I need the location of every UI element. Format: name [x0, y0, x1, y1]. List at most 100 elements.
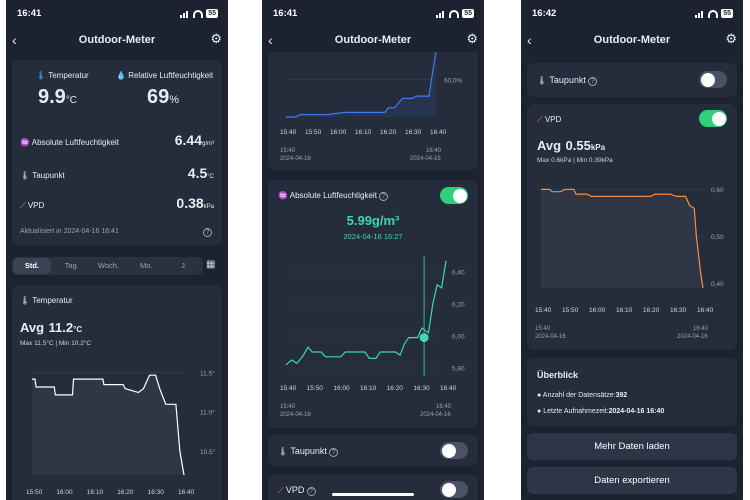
avg-prefix: Avg — [537, 138, 562, 153]
phone-screen-1: 16:41 55 ‹ Outdoor-Meter ⚙ 🌡 Temperatur … — [6, 0, 228, 500]
chart-title: Temperatur — [32, 296, 73, 305]
avg-value: 11.2 — [48, 320, 74, 335]
temperature-label-group: 🌡 Temperatur — [36, 71, 89, 80]
nav-bar: ‹ Outdoor-Meter ⚙ — [6, 30, 228, 52]
droplet-icon: 💧 — [116, 71, 126, 80]
home-indicator — [332, 493, 414, 496]
tab-week[interactable]: Woch. — [90, 257, 128, 275]
wifi-icon — [193, 9, 204, 18]
humidity-value: 69 — [147, 86, 170, 108]
chart-title: VPD — [544, 115, 562, 124]
temperature-unit: °C — [65, 95, 78, 106]
phone-screen-3: 16:42 55 ‹ Outdoor-Meter ⚙ 🌡 Taupunkt ? … — [521, 0, 743, 500]
export-data-button[interactable]: Daten exportieren — [527, 467, 737, 494]
y-tick-label: 60,0% — [444, 77, 463, 84]
tab-month[interactable]: Mo. — [127, 257, 165, 275]
dewpoint-row: 🌡 Taupunkt 4.5°C — [20, 165, 214, 181]
x-range-time: 16:40 — [426, 148, 442, 154]
abs-humidity-chart-card: ♒ Absolute Luftfeuchtigkeit ? 5.99g/m³ 2… — [268, 180, 478, 428]
temperature-value-group: 9.9°C — [38, 86, 77, 109]
cellular-signal-icon — [436, 10, 446, 18]
dewpoint-label: Taupunkt — [549, 75, 586, 85]
help-icon[interactable]: ? — [306, 487, 316, 496]
humidity-chart: 60,0% 15:40 15:50 16:00 16:10 16:20 16:30 16:40… — [280, 52, 463, 162]
x-tick-label: 16:00 — [589, 307, 606, 314]
record-count-row: ● Anzahl der Datensätze:392 — [537, 392, 628, 399]
summary-card: 🌡 Temperatur 💧 Relative Luftfeuchtigkeit… — [12, 60, 222, 246]
x-tick-label: 16:00 — [330, 129, 347, 136]
settings-gear-icon[interactable]: ⚙ — [725, 31, 737, 47]
dewpoint-card: 🌡 Taupunkt ? — [527, 63, 737, 97]
min-text: Min 0.39kPa — [576, 157, 613, 164]
abs-humidity-label: Absolute Luftfeuchtigkeit — [31, 138, 119, 147]
leaf-icon: ⟋ — [20, 201, 26, 210]
y-tick-label: 11.5° — [200, 369, 215, 377]
abs-humidity-toggle[interactable] — [440, 187, 468, 204]
load-more-button[interactable]: Mehr Daten laden — [527, 433, 737, 460]
x-tick-label: 16:40 — [440, 385, 457, 392]
selected-value: 5.99g/m³ — [346, 213, 400, 228]
humidity-label: Relative Luftfeuchtigkeit — [128, 71, 214, 80]
x-tick-label: 16:10 — [360, 385, 377, 392]
dewpoint-toggle[interactable] — [699, 71, 727, 88]
settings-gear-icon[interactable]: ⚙ — [466, 31, 478, 47]
vpd-chart: 0,60 0,50 0,40 15:40 15:50 16:00 16:10 16:20 16:… — [535, 187, 724, 340]
vpd-card: ⟋ VPD ? — [268, 474, 478, 500]
humidity-label-group: 💧 Relative Luftfeuchtigkeit — [116, 71, 213, 80]
x-range-date: 2024-04-16 — [420, 412, 451, 418]
status-bar: 16:41 55 — [6, 8, 228, 22]
max-text: Max 11.5°C — [20, 340, 54, 347]
avg-value: 0.55 — [565, 138, 591, 153]
y-tick-label: 0,60 — [711, 187, 724, 194]
leaf-icon: ⟋ — [278, 486, 284, 495]
help-icon[interactable]: ? — [379, 192, 389, 201]
vpd-toggle[interactable] — [699, 110, 727, 127]
x-range-time: 15:40 — [280, 148, 296, 154]
temperature-chart-card: 🌡 Temperatur Avg 11.2°C Max 11.5°C | Min… — [12, 285, 222, 500]
humidity-wave-icon: ♒ — [278, 191, 288, 200]
battery-icon: 55 — [462, 9, 474, 18]
cellular-signal-icon — [695, 10, 705, 18]
x-tick-label: 16:20 — [117, 489, 134, 496]
last-record-value: 2024-04-16 16:40 — [608, 408, 665, 415]
abs-humidity-chart: 6,40 6,20 6,00 5,80 15:40 15:50 16:00 16:10 16:2… — [280, 256, 465, 418]
vpd-toggle[interactable] — [440, 481, 468, 498]
x-range-date: 2024-04-16 — [535, 334, 566, 340]
avg-group: Avg 11.2°C — [20, 319, 82, 337]
x-tick-label: 15:50 — [305, 129, 322, 136]
y-tick-label: 10.5° — [200, 448, 216, 456]
wifi-icon — [708, 9, 719, 18]
dewpoint-toggle[interactable] — [440, 442, 468, 459]
avg-group: Avg 0.55kPa — [537, 137, 605, 155]
cellular-signal-icon — [180, 10, 190, 18]
vpd-value: 0.38 — [176, 195, 204, 211]
y-tick-label: 6,00 — [452, 334, 465, 341]
updated-text: Aktualisiert in 2024-04-16 16:41 — [20, 228, 119, 235]
calendar-icon[interactable]: ▦ — [206, 259, 215, 270]
x-tick-label: 16:40 — [430, 129, 447, 136]
abs-humidity-row: ♒ Absolute Luftfeuchtigkeit 6.44g/m³ — [20, 132, 214, 148]
x-range-time: 15:40 — [280, 404, 296, 410]
temperature-value: 9.9 — [38, 86, 66, 108]
tab-day[interactable]: Tag — [52, 257, 90, 275]
x-tick-label: 16:20 — [387, 385, 404, 392]
phone-screen-2: 16:41 55 ‹ Outdoor-Meter ⚙ 60,0% 15:40 15:… — [262, 0, 484, 500]
x-range-date: 2024-04-16 — [677, 334, 708, 340]
avg-unit: °C — [73, 325, 83, 334]
help-icon[interactable]: ? — [203, 228, 212, 237]
dewpoint-label: Taupunkt — [290, 446, 327, 456]
time-range-tabs: Std. Tag Woch. Mo. J. — [12, 257, 203, 275]
tab-year[interactable]: J. — [165, 257, 203, 275]
x-tick-label: 16:40 — [697, 307, 714, 314]
y-tick-label: 0,50 — [711, 234, 724, 241]
avg-prefix: Avg — [20, 320, 45, 335]
status-bar: 16:41 55 — [262, 8, 484, 22]
tab-hour[interactable]: Std. — [13, 258, 51, 274]
avg-unit: kPa — [590, 143, 606, 152]
help-icon[interactable]: ? — [588, 77, 598, 86]
y-tick-label: 5,80 — [452, 366, 465, 373]
x-range-date: 2024-04-16 — [410, 156, 441, 162]
help-icon[interactable]: ? — [329, 448, 339, 457]
x-tick-label: 16:20 — [380, 129, 397, 136]
settings-gear-icon[interactable]: ⚙ — [210, 31, 222, 47]
